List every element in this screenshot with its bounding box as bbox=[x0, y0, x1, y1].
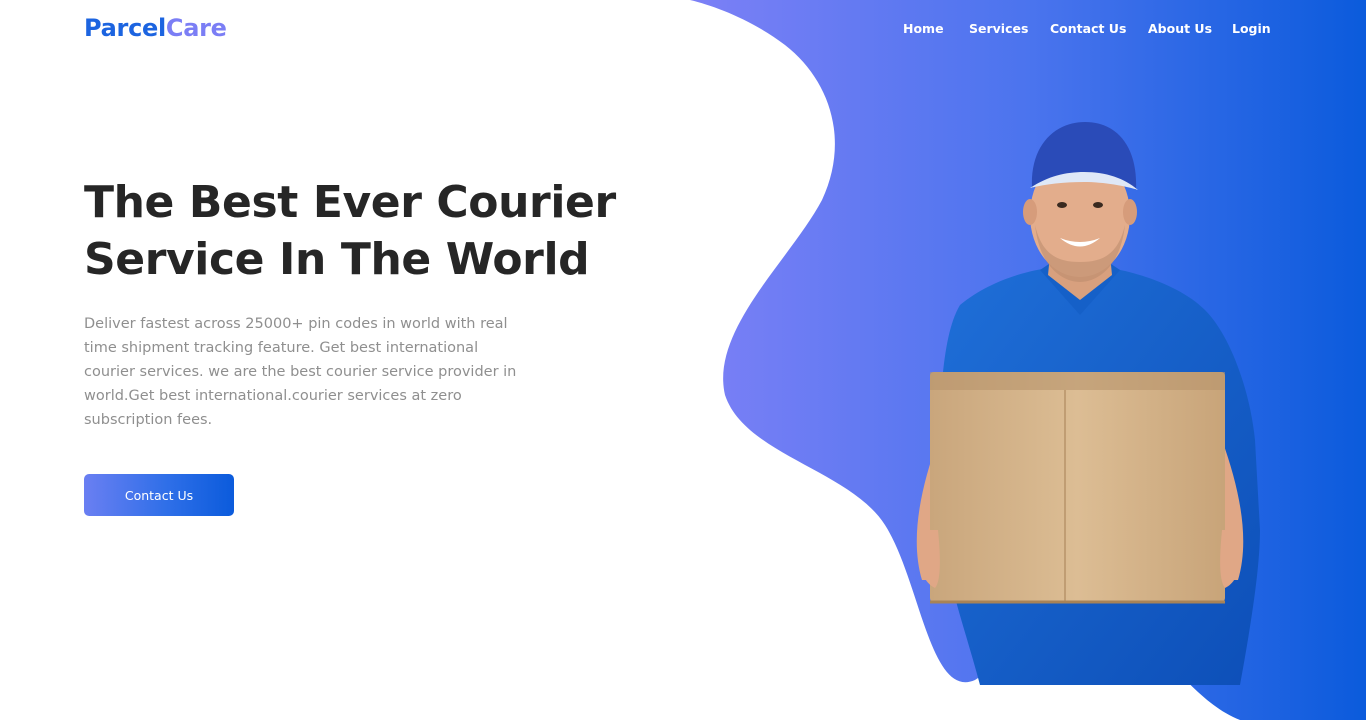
hero-title: The Best Ever Courier Service In The Wor… bbox=[84, 174, 644, 288]
hero-description: Deliver fastest across 25000+ pin codes … bbox=[84, 316, 517, 428]
contact-us-button[interactable]: Contact Us bbox=[84, 474, 234, 516]
courier-with-box-illustration bbox=[916, 122, 1260, 685]
nav-contact-us[interactable]: Contact Us bbox=[1050, 21, 1126, 36]
hero-title-line2: Service In The World bbox=[84, 234, 590, 285]
nav-services[interactable]: Services bbox=[969, 21, 1028, 36]
nav-login[interactable]: Login bbox=[1232, 21, 1271, 36]
nav-home[interactable]: Home bbox=[903, 21, 944, 36]
main-nav: Home Services Contact Us About Us Login bbox=[0, 21, 1366, 41]
hero-title-line1: The Best Ever Courier bbox=[84, 177, 616, 228]
nav-about-us[interactable]: About Us bbox=[1148, 21, 1212, 36]
